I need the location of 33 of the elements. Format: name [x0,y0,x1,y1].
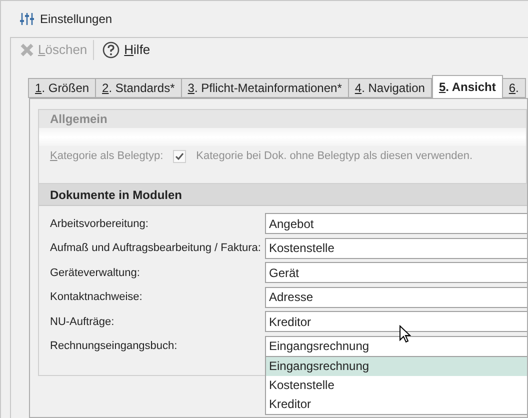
cursor-icon [399,325,411,343]
section-title: Allgemein [50,111,108,128]
field-label: NU-Aufträge: [49,314,116,330]
tab[interactable]: 3. Pflicht-Metainformationen* [180,78,349,98]
field-label: Rechnungseingangsbuch: [49,339,178,354]
dropdown-field[interactable]: Angebot [265,213,527,234]
checkbox[interactable] [173,150,186,162]
dropdown-option[interactable]: Kostenstelle [266,376,527,395]
help-icon [102,41,120,59]
dropdown-field[interactable]: Kreditor [265,311,527,332]
dropdown-option[interactable]: Eingangsrechnung [266,356,527,376]
help-button[interactable]: Hilfe [100,39,152,61]
field-label: Kategorie als Belegtyp: [50,148,164,164]
field-label: Arbeitsvorbereitung: [49,216,150,232]
sliders-icon [20,12,34,26]
tab[interactable]: 6. [502,78,526,98]
field-label: Kontaktnachweise: [49,290,144,305]
check-icon [175,152,184,160]
field-label: Aufmaß und Auftragsbearbeitung / Faktura: [49,241,262,256]
tab[interactable]: 5. Ansicht [432,75,503,98]
section-title: Dokumente in Modulen [50,186,182,204]
tab[interactable]: 4. Navigation [348,78,432,98]
checkbox-label: Kategorie bei Dok. ohne Belegtyp als diesen verwenden. [196,148,473,164]
dropdown-field[interactable]: Gerät [265,262,527,284]
dropdown-field[interactable]: Eingangsrechnung [265,336,527,357]
dropdown-option[interactable]: Kreditor [266,394,527,414]
dropdown-field[interactable]: Adresse [265,286,527,308]
dropdown-field[interactable]: Kostenstelle [265,238,527,259]
tab[interactable]: 1. Größen [28,78,96,98]
tab[interactable]: 2. Standards* [95,78,182,98]
field-label: Geräteverwaltung: [49,266,141,280]
window-title: Einstellungen [40,11,112,28]
close-icon [20,43,34,57]
